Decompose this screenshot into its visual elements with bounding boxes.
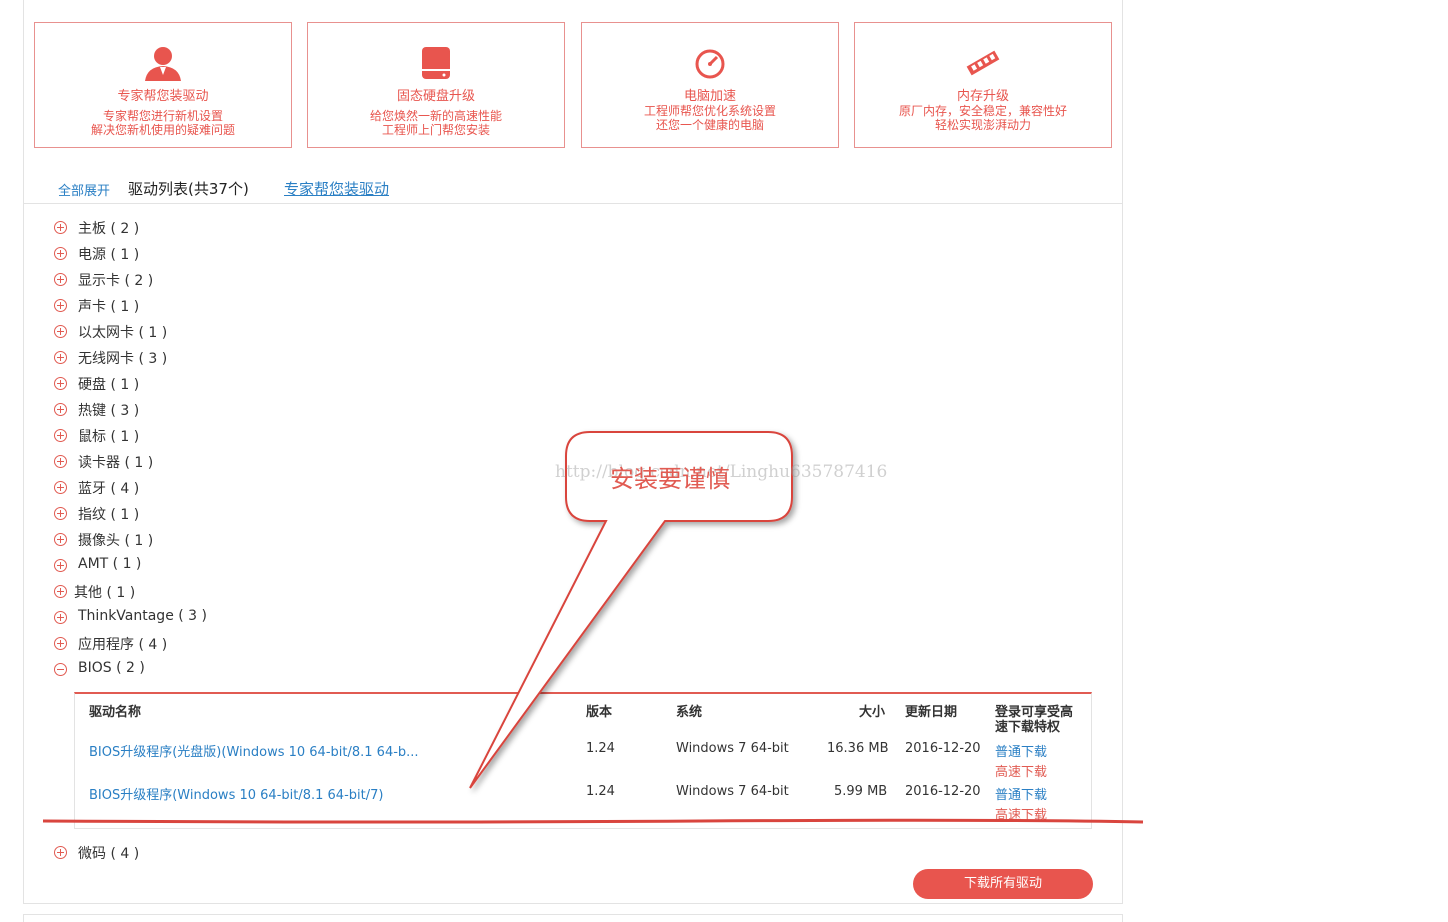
driver-download-page: 专家帮您装驱动 专家帮您进行新机设置 解决您新机使用的疑难问题 固态硬盘升级 给… xyxy=(0,0,1448,922)
callout-text: 安装要谨慎 xyxy=(610,465,730,493)
underline-stroke xyxy=(42,818,1144,824)
